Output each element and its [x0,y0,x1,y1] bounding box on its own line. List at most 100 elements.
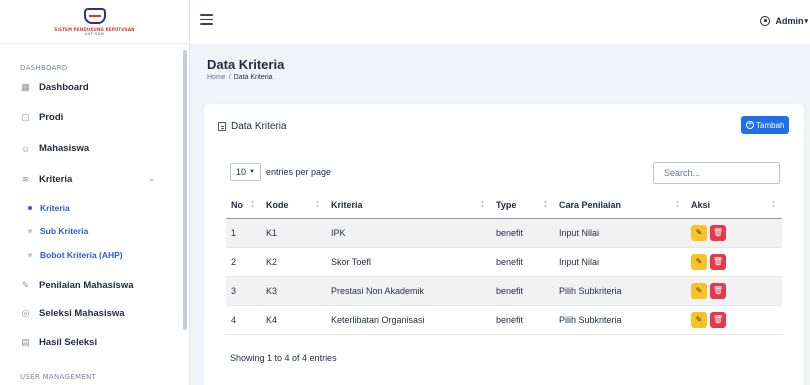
cell-kode: K1 [261,218,326,248]
list-icon [218,122,226,131]
cell-kode: K2 [261,247,326,277]
sidebar-item-seleksi-mahasiswa[interactable]: ◎ Seleksi Mahasiswa [20,308,125,319]
cell-aksi: ✎ 🗑 [686,247,782,277]
delete-button[interactable]: 🗑 [710,224,726,241]
add-button[interactable]: + Tambah [741,116,790,134]
entries-label: entries per page [266,167,332,177]
trash-icon: 🗑 [712,286,724,295]
delete-button[interactable]: 🗑 [710,253,726,270]
pencil-icon: ✎ [695,257,703,266]
column-header-no[interactable]: No ▲ ▼ [226,193,261,219]
table-row: 4 K4 Keterlibatan Organisasi benefit Pil… [226,305,782,335]
entries-per-page-select[interactable]: 10 ▼ [230,163,261,181]
edit-button[interactable]: ✎ [691,282,707,299]
logo-subtext: AHP SAW [84,31,105,36]
user-circle-icon [760,16,771,26]
cell-cara-penilaian: Input Nilai [554,218,686,248]
column-header-kriteria[interactable]: Kriteria ▲ ▼ [326,193,491,219]
sort-icon: ▲ ▼ [543,199,548,210]
column-header-type[interactable]: Type ▲ ▼ [491,193,554,219]
pencil-icon: ✎ [695,315,703,324]
sidebar-subitem-bobot-kriteria[interactable]: Bobot Kriteria (AHP) [28,250,123,260]
search-input[interactable] [653,162,780,184]
cell-type: benefit [491,276,554,306]
cell-cara-penilaian: Pilih Subkriteria [554,305,686,335]
pencil-icon: ✎ [695,228,703,237]
table-info: Showing 1 to 4 of 4 entries [230,353,337,363]
logo-mark-icon [83,7,106,24]
column-header-kode[interactable]: Kode ▲ ▼ [261,193,326,219]
page-title: Data Kriteria [207,57,285,72]
table-header-row: No ▲ ▼ Kode ▲ ▼ Kriteria ▲ ▼ Type ▲ ▼ Cara Penil… [226,193,782,219]
user-menu[interactable]: Admin ▾ [760,16,808,26]
table-row: 3 K3 Prestasi Non Akademik benefit Pilih… [226,276,782,306]
trash-icon: 🗑 [712,257,724,266]
sidebar-item-kriteria[interactable]: ≋ Kriteria [20,174,73,185]
sidebar: SISTEM PENDUKUNG KEPUTUSAN AHP SAW DASHB… [0,0,190,385]
edit-button[interactable]: ✎ [691,253,707,270]
cell-cara-penilaian: Pilih Subkriteria [554,276,686,306]
cell-aksi: ✎ 🗑 [686,276,782,306]
topbar: Admin ▾ [190,0,810,44]
sort-icon: ▲ ▼ [675,199,680,210]
cell-kriteria: IPK [326,218,491,248]
kriteria-card: Data Kriteria + Tambah 10 ▼ entries per … [204,104,804,385]
card-title-text: Data Kriteria [231,121,287,132]
trash-icon: 🗑 [712,315,724,324]
sort-icon: ▲ ▼ [480,199,485,210]
sidebar-item-label: Dashboard [39,82,89,93]
delete-button[interactable]: 🗑 [710,282,726,299]
cell-kriteria: Prestasi Non Akademik [326,276,491,306]
sidebar-item-dashboard[interactable]: ▦ Dashboard [20,82,89,93]
sort-icon: ▲ ▼ [771,199,776,210]
cell-cara-penilaian: Input Nilai [554,247,686,277]
table-row: 2 K2 Skor Toefl benefit Input Nilai ✎ 🗑 [226,247,782,277]
card-title: Data Kriteria [218,121,287,132]
sidebar-item-label: Prodi [39,112,64,123]
breadcrumb-current: Data Kriteria [233,74,273,81]
sidebar-subitem-label: Sub Kriteria [40,226,89,236]
column-header-cara-penilaian[interactable]: Cara Penilaian ▲ ▼ [554,193,686,219]
user-name: Admin [775,16,804,26]
cell-no: 1 [226,218,261,248]
disc-icon: ◎ [21,308,30,318]
cell-type: benefit [491,218,554,248]
column-header-aksi[interactable]: Aksi ▲ ▼ [686,193,782,219]
sidebar-item-prodi[interactable]: ▢ Prodi [20,112,63,123]
delete-button[interactable]: 🗑 [710,311,726,328]
document-icon: ▤ [21,337,30,347]
sidebar-subitem-label: Bobot Kriteria (AHP) [40,250,123,260]
kriteria-table: No ▲ ▼ Kode ▲ ▼ Kriteria ▲ ▼ Type ▲ ▼ Cara Penil… [226,193,782,335]
sidebar-item-label: Mahasiswa [39,143,90,154]
bullet-icon [28,206,32,210]
sidebar-item-label: Hasil Seleksi [39,337,98,348]
sidebar-scrollbar[interactable] [183,50,187,330]
trash-icon: 🗑 [712,228,724,237]
stack-icon: ≋ [21,174,30,184]
breadcrumb: Home / Data Kriteria [207,74,273,81]
sidebar-subitem-sub-kriteria[interactable]: Sub Kriteria [28,226,88,236]
app-logo[interactable]: SISTEM PENDUKUNG KEPUTUSAN AHP SAW [0,0,189,44]
section-label-dashboard: DASHBOARD [20,64,68,72]
bullet-icon [28,253,32,257]
plus-circle-icon: + [746,121,754,129]
table-row: 1 K1 IPK benefit Input Nilai ✎ 🗑 [226,218,782,248]
cell-type: benefit [491,247,554,277]
edit-button[interactable]: ✎ [691,224,707,241]
sidebar-item-penilaian-mahasiswa[interactable]: ✎ Penilaian Mahasiswa [20,280,134,291]
edit-icon: ✎ [21,280,30,290]
chevron-down-icon[interactable]: ⌄ [148,174,156,184]
sidebar-subitem-kriteria[interactable]: Kriteria [28,203,70,213]
sort-icon: ▲ ▼ [315,199,320,210]
entries-control: 10 ▼ entries per page [230,163,331,181]
cell-no: 2 [226,247,261,277]
section-label-user-management: USER MANAGEMENT [20,373,97,381]
breadcrumb-home[interactable]: Home [207,74,226,81]
entries-value: 10 [236,167,247,177]
hamburger-menu-icon[interactable] [200,14,213,25]
add-button-label: Tambah [756,120,785,130]
edit-button[interactable]: ✎ [691,311,707,328]
cell-kode: K4 [261,305,326,335]
sidebar-item-mahasiswa[interactable]: ☺ Mahasiswa [20,143,89,154]
sidebar-item-hasil-seleksi[interactable]: ▤ Hasil Seleksi [20,337,97,348]
